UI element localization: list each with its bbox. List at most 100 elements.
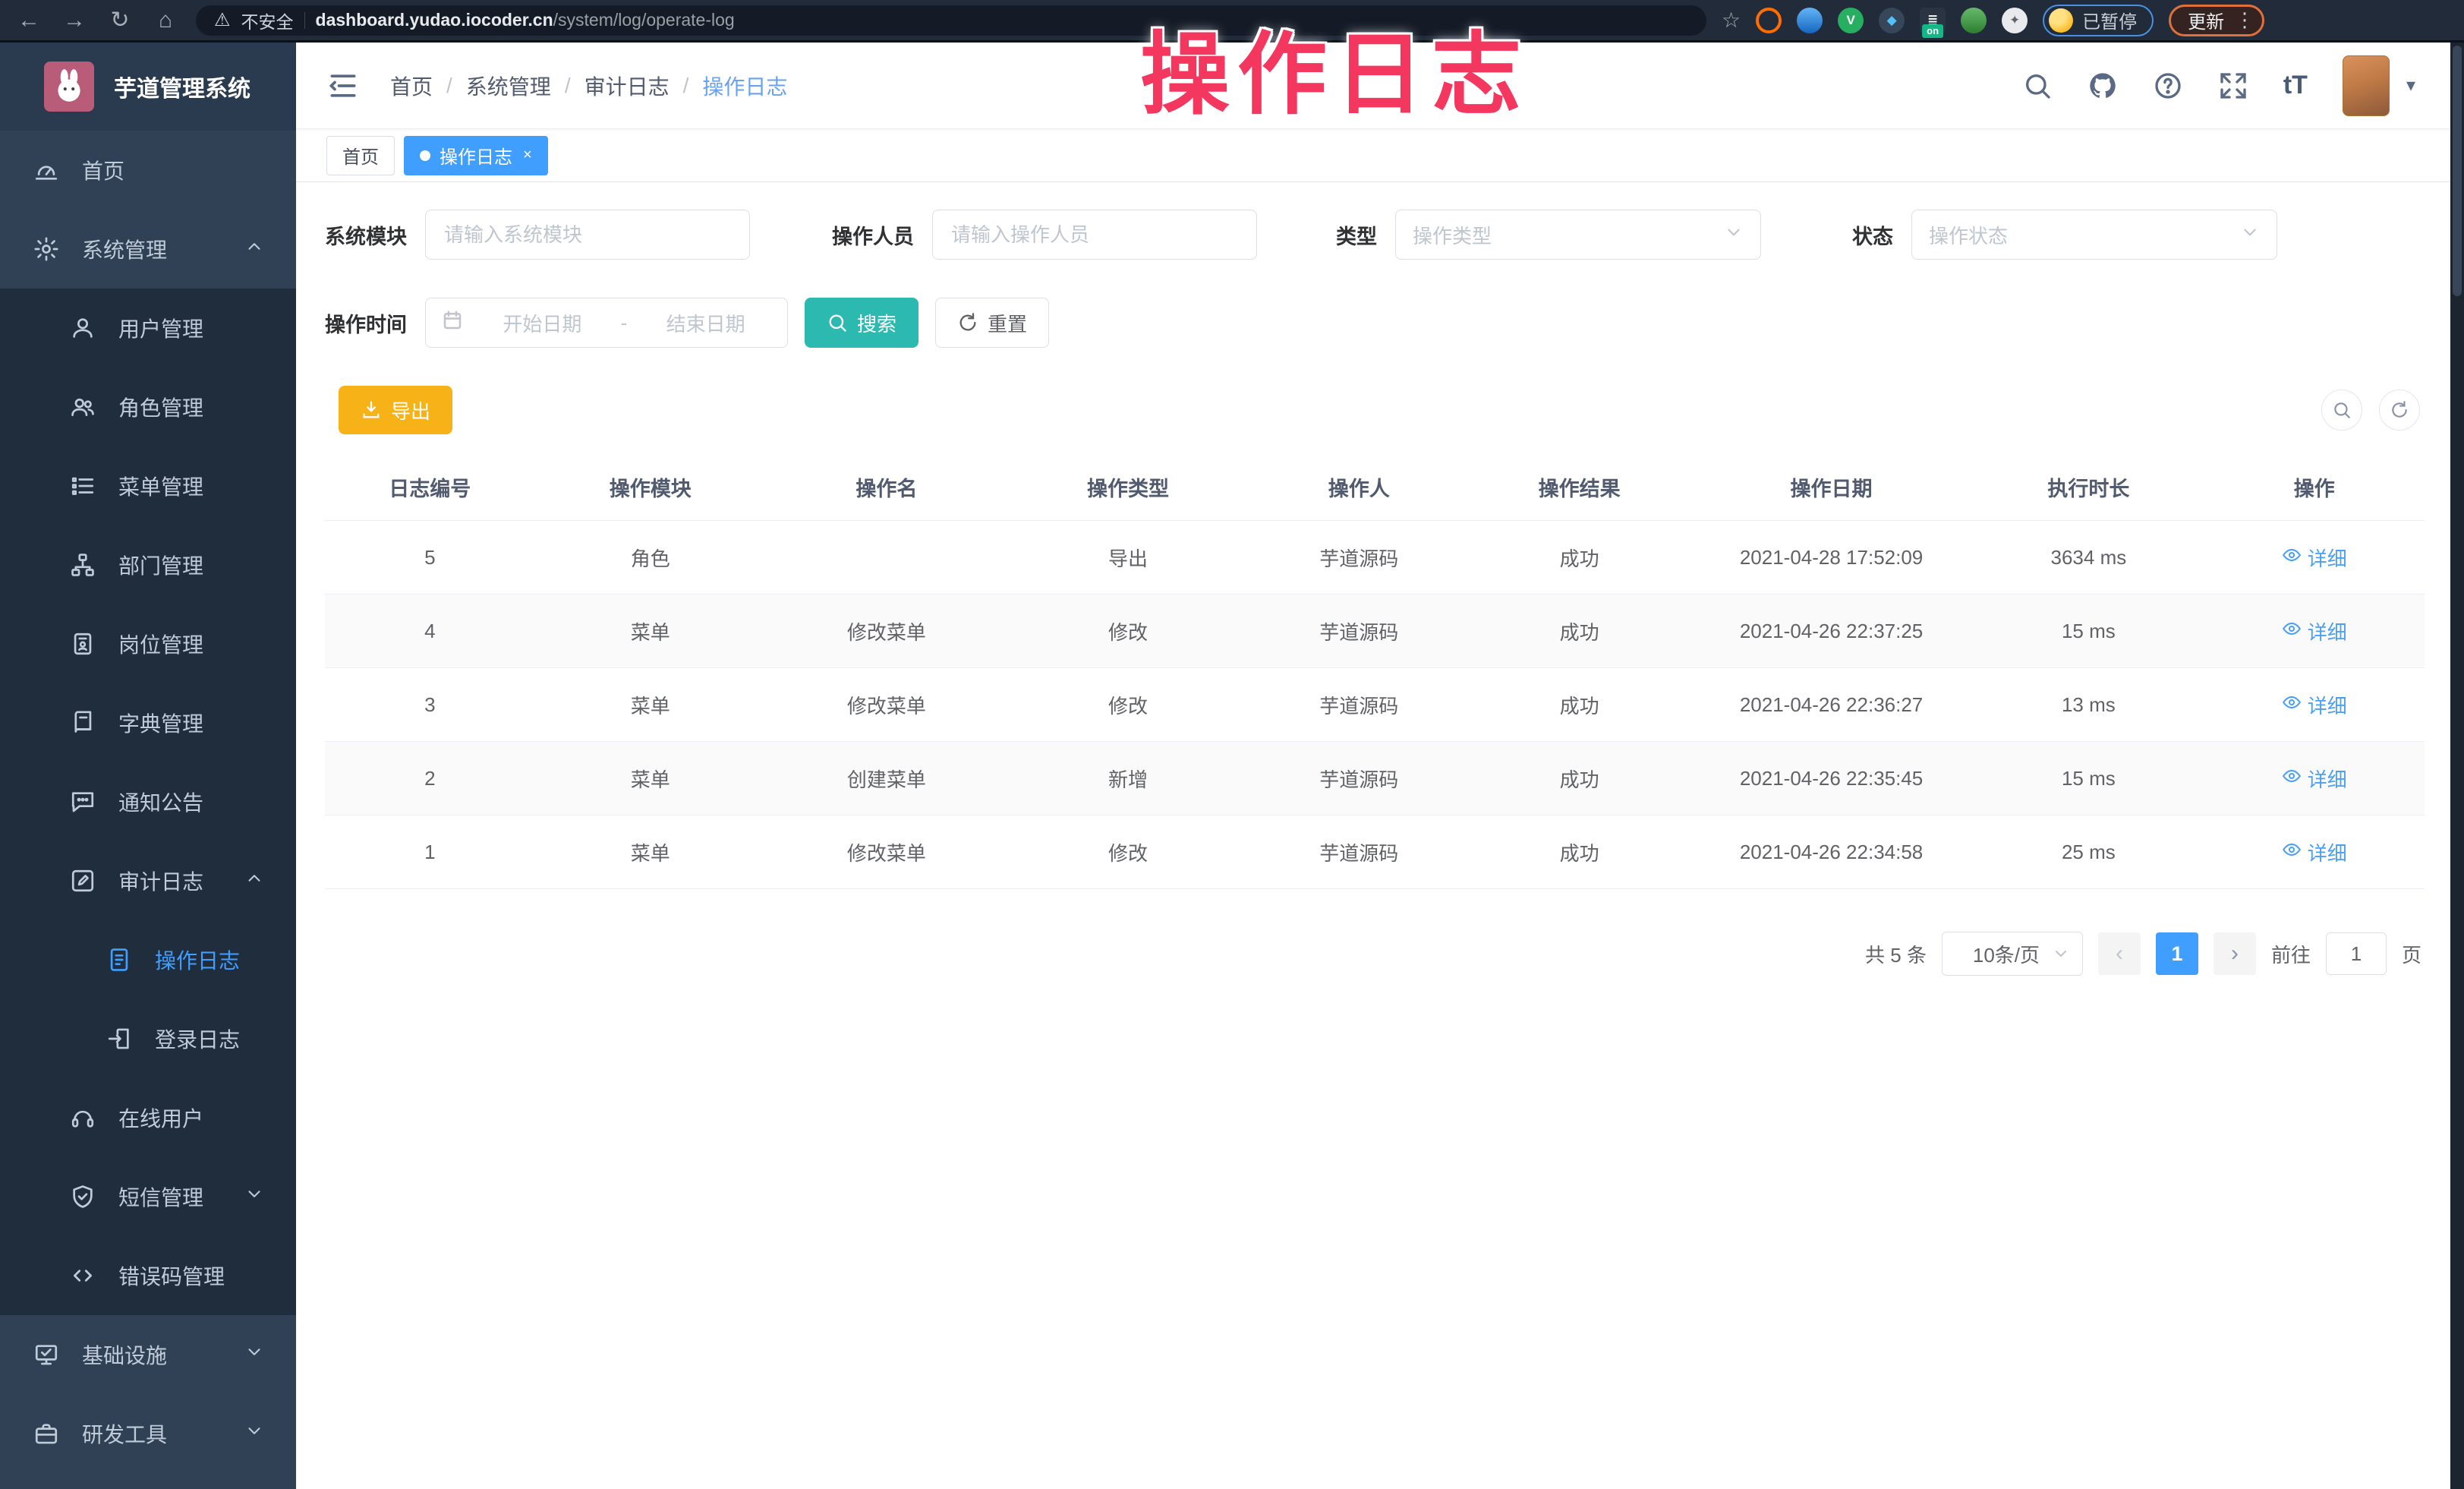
sidebar-item-通知公告[interactable]: 通知公告 <box>0 762 296 841</box>
page-size-select[interactable]: 10条/页 <box>1942 932 2083 976</box>
sidebar-item-在线用户[interactable]: 在线用户 <box>0 1078 296 1157</box>
toggle-search-button[interactable] <box>2321 390 2362 431</box>
app-logo <box>44 62 94 112</box>
detail-link[interactable]: 详细 <box>2282 691 2347 719</box>
sidebar-item-部门管理[interactable]: 部门管理 <box>0 525 296 604</box>
sidebar-item-菜单管理[interactable]: 菜单管理 <box>0 446 296 525</box>
operator-input[interactable] <box>932 210 1257 260</box>
detail-link-label: 详细 <box>2308 691 2347 719</box>
scrollbar-thumb[interactable] <box>2453 46 2462 296</box>
sidebar-item-label: 首页 <box>82 155 124 185</box>
detail-link[interactable]: 详细 <box>2282 544 2347 572</box>
page-number-1[interactable]: 1 <box>2156 932 2198 975</box>
sidebar-collapse-icon[interactable] <box>326 69 360 103</box>
sidebar-item-错误码管理[interactable]: 错误码管理 <box>0 1236 296 1315</box>
cell: 菜单 <box>535 815 766 889</box>
user-menu[interactable]: ▾ <box>2343 55 2415 116</box>
user-icon <box>70 315 96 341</box>
type-select[interactable]: 操作类型 <box>1395 210 1761 260</box>
date-range-picker[interactable]: 开始日期 - 结束日期 <box>425 298 788 348</box>
not-secure-warning-icon: ⚠ <box>214 9 231 31</box>
font-size-icon[interactable]: tT <box>2283 71 2308 100</box>
address-bar[interactable]: ⚠ 不安全 dashboard.yudao.iocoder.cn/system/… <box>196 5 1706 36</box>
dev-tool-icon <box>33 1421 59 1446</box>
reset-button[interactable]: 重置 <box>935 298 1049 348</box>
extension-icons: V ◆ ≣on ✦ <box>1756 8 2028 33</box>
forward-arrow-icon[interactable]: → <box>59 8 90 33</box>
sidebar-item-操作日志[interactable]: 操作日志 <box>0 920 296 999</box>
cell: 修改菜单 <box>766 815 1007 889</box>
extension-blue-pin[interactable] <box>1797 8 1823 33</box>
extension-green-v[interactable]: V <box>1838 8 1864 33</box>
page-size-value: 10条/页 <box>1961 940 2052 968</box>
sidebar-item-label: 审计日志 <box>118 866 203 896</box>
kebab-menu-icon[interactable]: ⋮ <box>2235 8 2254 32</box>
cell: 修改菜单 <box>766 668 1007 742</box>
tag-tab-首页[interactable]: 首页 <box>326 136 395 175</box>
breadcrumb-item-首页[interactable]: 首页 <box>390 71 433 101</box>
bookmark-star-icon[interactable]: ☆ <box>1722 8 1741 33</box>
reload-icon[interactable]: ↻ <box>105 7 135 33</box>
sidebar-item-登录日志[interactable]: 登录日志 <box>0 999 296 1078</box>
tab-label: 首页 <box>342 142 379 169</box>
fullscreen-icon[interactable] <box>2218 71 2248 101</box>
cell: 芋道源码 <box>1249 668 1469 742</box>
sidebar-item-审计日志[interactable]: 审计日志 <box>0 841 296 920</box>
sidebar-logo-row[interactable]: 芋道管理系统 <box>0 43 296 131</box>
sidebar-item-系统管理[interactable]: 系统管理 <box>0 210 296 289</box>
export-button[interactable]: 导出 <box>339 386 452 434</box>
org-tree-icon <box>70 552 96 578</box>
sidebar-item-研发工具[interactable]: 研发工具 <box>0 1394 296 1473</box>
search-button[interactable]: 搜索 <box>805 298 918 348</box>
breadcrumb-item-系统管理[interactable]: 系统管理 <box>466 71 551 101</box>
extension-blue-gem[interactable]: ◆ <box>1879 8 1905 33</box>
extension-orange-ring[interactable] <box>1756 8 1782 33</box>
sidebar-item-短信管理[interactable]: 短信管理 <box>0 1157 296 1236</box>
home-icon[interactable]: ⌂ <box>150 8 181 33</box>
column-header-日志编号: 日志编号 <box>325 457 535 521</box>
help-icon[interactable] <box>2153 71 2183 101</box>
github-icon[interactable] <box>2087 71 2118 101</box>
paused-extension-pill[interactable]: 已暂停 <box>2043 5 2154 36</box>
module-input[interactable] <box>425 210 750 260</box>
extension-puzzle[interactable]: ✦ <box>2002 8 2028 33</box>
browser-scrollbar[interactable] <box>2450 43 2464 1489</box>
end-date-placeholder: 结束日期 <box>639 309 772 337</box>
detail-link[interactable]: 详细 <box>2282 838 2347 866</box>
back-arrow-icon[interactable]: ← <box>14 8 44 33</box>
refresh-table-button[interactable] <box>2379 390 2420 431</box>
sidebar-item-角色管理[interactable]: 角色管理 <box>0 368 296 446</box>
next-page-button[interactable]: › <box>2214 932 2256 975</box>
chevron-down-icon <box>2240 222 2260 248</box>
close-icon[interactable]: × <box>523 147 532 164</box>
online-headset-icon <box>70 1105 96 1131</box>
sidebar-item-首页[interactable]: 首页 <box>0 131 296 210</box>
status-select[interactable]: 操作状态 <box>1911 210 2277 260</box>
tag-tab-操作日志[interactable]: 操作日志× <box>404 136 548 175</box>
cell: 2021-04-26 22:35:45 <box>1690 742 1973 815</box>
pagination: 共 5 条 10条/页 ‹ 1 › 前往 页 <box>325 932 2425 976</box>
chevron-down-icon <box>244 1421 264 1446</box>
browser-update-button[interactable]: 更新 ⋮ <box>2169 5 2264 36</box>
cell: 修改 <box>1007 815 1249 889</box>
sidebar-item-字典管理[interactable]: 字典管理 <box>0 683 296 762</box>
goto-page-input[interactable] <box>2326 932 2387 975</box>
extension-green-leaf[interactable] <box>1961 8 1987 33</box>
sidebar-item-label: 通知公告 <box>118 787 203 817</box>
operator-label: 操作人员 <box>832 220 914 250</box>
prev-page-button[interactable]: ‹ <box>2098 932 2141 975</box>
sidebar-item-label: 岗位管理 <box>118 629 203 659</box>
detail-link[interactable]: 详细 <box>2282 617 2347 645</box>
sidebar-item-基础设施[interactable]: 基础设施 <box>0 1315 296 1394</box>
sidebar-item-岗位管理[interactable]: 岗位管理 <box>0 604 296 683</box>
search-button-label: 搜索 <box>857 309 896 337</box>
sidebar-item-用户管理[interactable]: 用户管理 <box>0 289 296 368</box>
goto-label: 前往 <box>2271 940 2311 968</box>
search-icon[interactable] <box>2022 71 2053 101</box>
extension-stack[interactable]: ≣on <box>1920 8 1946 33</box>
update-label: 更新 <box>2188 7 2224 33</box>
breadcrumb-item-审计日志[interactable]: 审计日志 <box>584 71 670 101</box>
detail-link[interactable]: 详细 <box>2282 765 2347 793</box>
avatar[interactable] <box>2343 55 2390 116</box>
cell: 修改菜单 <box>766 595 1007 668</box>
